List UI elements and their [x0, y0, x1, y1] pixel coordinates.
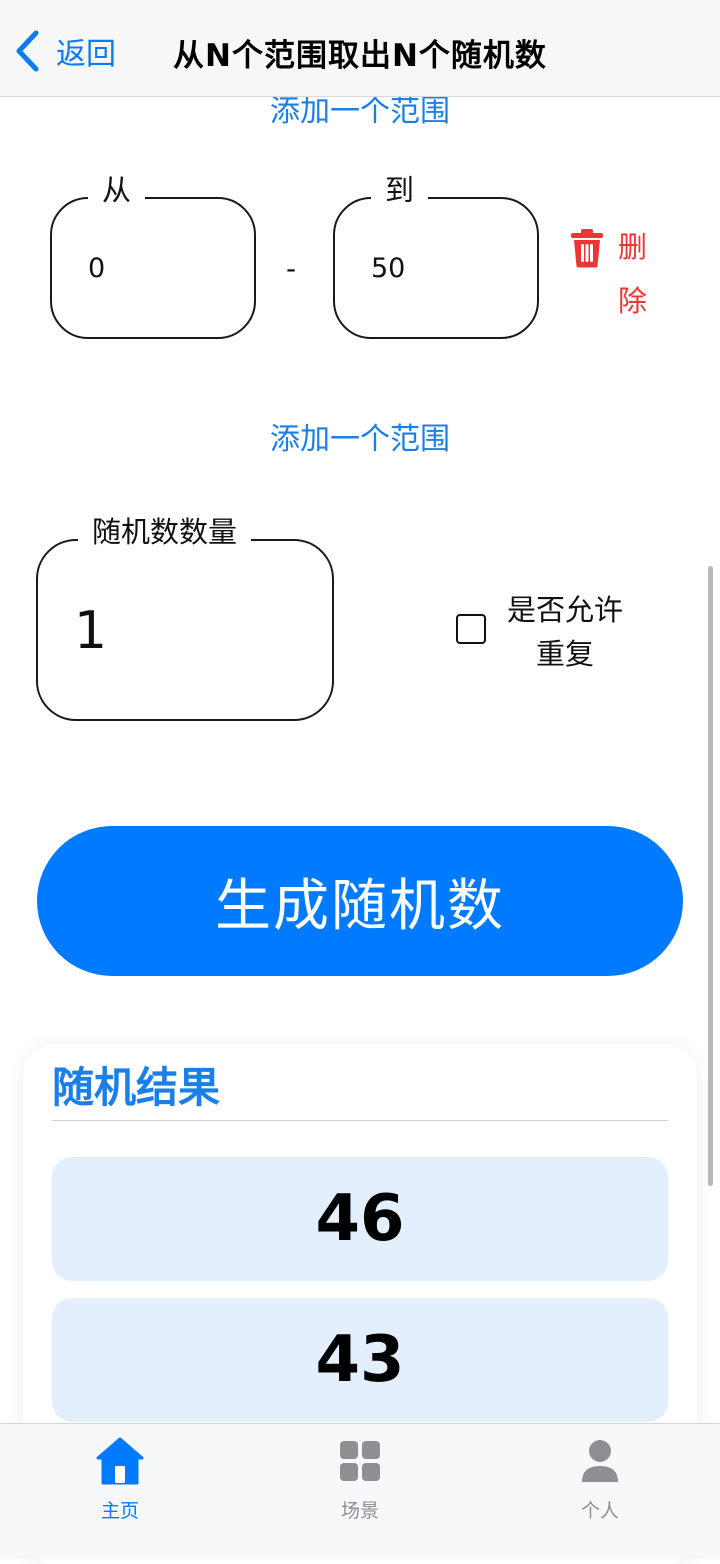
trash-icon [571, 229, 603, 268]
delete-range-label: 删除 [618, 230, 648, 318]
random-count-value: 1 [74, 601, 108, 661]
navigation-bar: 返回 从N个范围取出N个随机数 [0, 0, 720, 97]
allow-repeat-checkbox[interactable] [456, 614, 486, 644]
range-separator: - [286, 252, 297, 285]
tab-bar: 主页 场景 个人 [0, 1423, 720, 1559]
grid-icon [340, 1441, 380, 1481]
home-icon [96, 1437, 144, 1485]
add-range-link[interactable]: 添加一个范围 [0, 414, 720, 458]
result-item: 46 [52, 1157, 668, 1281]
result-item: 43 [52, 1298, 668, 1422]
range-to-field[interactable]: 到 50 [333, 173, 539, 339]
delete-range-button[interactable]: 删除 [570, 228, 654, 328]
generate-button[interactable]: 生成随机数 [37, 826, 683, 976]
tab-home-label: 主页 [100, 1500, 139, 1522]
tab-scenes[interactable]: 场景 [240, 1424, 480, 1559]
random-count-label: 随机数数量 [78, 515, 252, 549]
tab-home[interactable]: 主页 [0, 1424, 240, 1559]
range-to-label: 到 [371, 173, 429, 207]
range-to-value: 50 [371, 253, 406, 284]
scrollbar[interactable] [708, 566, 713, 1186]
page-title: 从N个范围取出N个随机数 [173, 38, 547, 74]
result-title: 随机结果 [52, 1063, 221, 1112]
tab-profile-label: 个人 [580, 1500, 619, 1522]
tab-profile[interactable]: 个人 [480, 1424, 720, 1559]
range-from-label: 从 [88, 173, 146, 207]
person-icon [582, 1440, 618, 1482]
tab-scenes-label: 场景 [340, 1500, 379, 1522]
result-divider [52, 1120, 668, 1121]
allow-repeat-label[interactable]: 是否允许重复 [502, 588, 628, 676]
range-from-field[interactable]: 从 0 [50, 173, 256, 339]
random-count-field[interactable]: 随机数数量 1 [36, 515, 334, 721]
range-from-value: 0 [88, 253, 106, 284]
